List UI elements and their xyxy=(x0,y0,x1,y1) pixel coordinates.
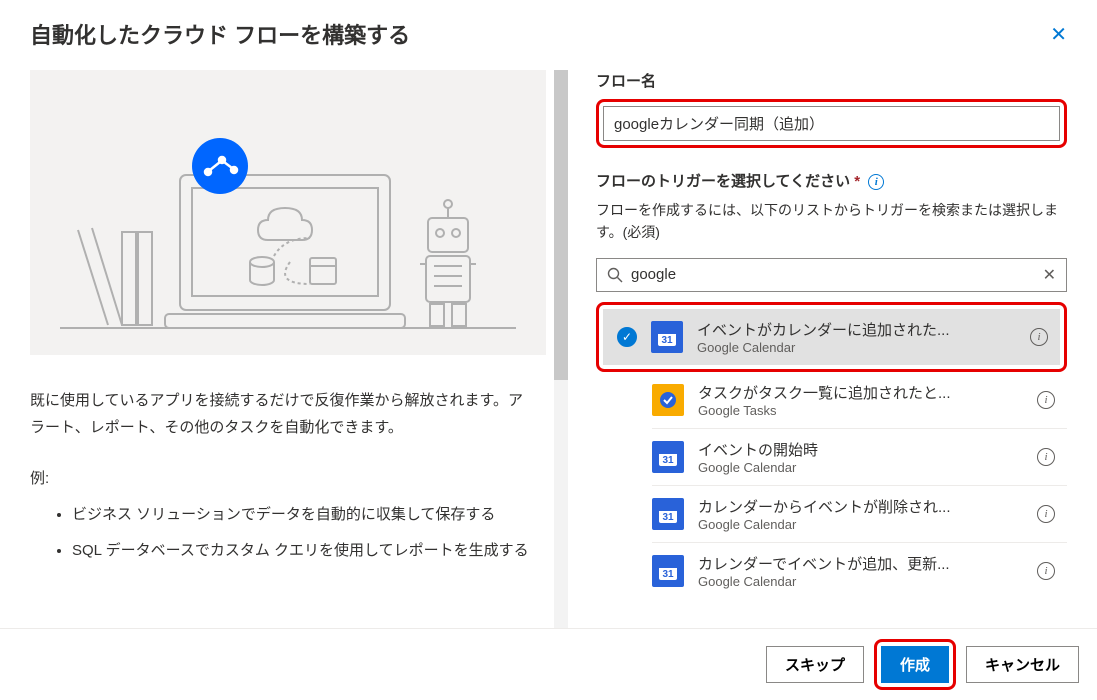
trigger-title: イベントの開始時 xyxy=(698,439,1023,460)
search-icon xyxy=(607,267,623,283)
google-tasks-icon xyxy=(652,384,684,416)
trigger-search[interactable]: ✕ xyxy=(596,258,1067,292)
trigger-item[interactable]: 31 カレンダーでイベントが追加、更新... Google Calendar i xyxy=(652,543,1067,599)
example-item: SQL データベースでカスタム クエリを使用してレポートを生成する xyxy=(72,538,538,564)
create-button[interactable]: 作成 xyxy=(881,646,949,683)
svg-text:31: 31 xyxy=(662,569,674,580)
trigger-title: カレンダーからイベントが削除され... xyxy=(698,496,1023,517)
trigger-subtitle: Google Calendar xyxy=(698,517,1023,532)
dialog-title: 自動化したクラウド フローを構築する xyxy=(30,18,410,50)
trigger-subtitle: Google Calendar xyxy=(698,460,1023,475)
info-icon[interactable]: i xyxy=(868,174,884,190)
trigger-subtitle: Google Calendar xyxy=(698,574,1023,589)
trigger-description: フローを作成するには、以下のリストからトリガーを検索または選択します。(必須) xyxy=(596,199,1067,244)
flow-name-input[interactable] xyxy=(603,106,1060,141)
svg-text:31: 31 xyxy=(661,335,673,346)
trigger-search-input[interactable] xyxy=(631,266,1043,283)
close-icon[interactable]: ✕ xyxy=(1050,22,1067,47)
svg-text:31: 31 xyxy=(662,455,674,466)
examples-label: 例: xyxy=(30,465,538,492)
skip-button[interactable]: スキップ xyxy=(766,646,864,683)
google-calendar-icon: 31 xyxy=(652,441,684,473)
cancel-button[interactable]: キャンセル xyxy=(966,646,1079,683)
trigger-title: タスクがタスク一覧に追加されたと... xyxy=(698,382,1023,403)
info-icon[interactable]: i xyxy=(1030,328,1048,346)
illustration xyxy=(30,70,546,355)
trigger-title: イベントがカレンダーに追加された... xyxy=(697,319,1016,340)
example-item: ビジネス ソリューションでデータを自動的に収集して保存する xyxy=(72,502,538,528)
trigger-item[interactable]: タスクがタスク一覧に追加されたと... Google Tasks i xyxy=(652,372,1067,429)
flow-name-label: フロー名 xyxy=(596,70,1067,91)
trigger-item[interactable]: 31 カレンダーからイベントが削除され... Google Calendar i xyxy=(652,486,1067,543)
info-icon[interactable]: i xyxy=(1037,391,1055,409)
trigger-label: フローのトリガーを選択してください * i xyxy=(596,170,1067,191)
left-description: 既に使用しているアプリを接続するだけで反復作業から解放されます。アラート、レポー… xyxy=(30,387,538,441)
trigger-title: カレンダーでイベントが追加、更新... xyxy=(698,553,1023,574)
clear-icon[interactable]: ✕ xyxy=(1043,265,1056,285)
info-icon[interactable]: i xyxy=(1037,505,1055,523)
info-icon[interactable]: i xyxy=(1037,448,1055,466)
trigger-subtitle: Google Calendar xyxy=(697,340,1016,355)
info-icon[interactable]: i xyxy=(1037,562,1055,580)
google-calendar-icon: 31 xyxy=(651,321,683,353)
scrollbar[interactable] xyxy=(554,70,568,642)
trigger-item[interactable]: 31 イベントの開始時 Google Calendar i xyxy=(652,429,1067,486)
svg-text:31: 31 xyxy=(662,512,674,523)
trigger-item-selected[interactable]: ✓ 31 イベントがカレンダーに追加された... Google Calendar… xyxy=(603,309,1060,365)
trigger-subtitle: Google Tasks xyxy=(698,403,1023,418)
google-calendar-icon: 31 xyxy=(652,555,684,587)
scrollbar-thumb[interactable] xyxy=(554,70,568,380)
google-calendar-icon: 31 xyxy=(652,498,684,530)
radio-checked-icon[interactable]: ✓ xyxy=(617,327,637,347)
